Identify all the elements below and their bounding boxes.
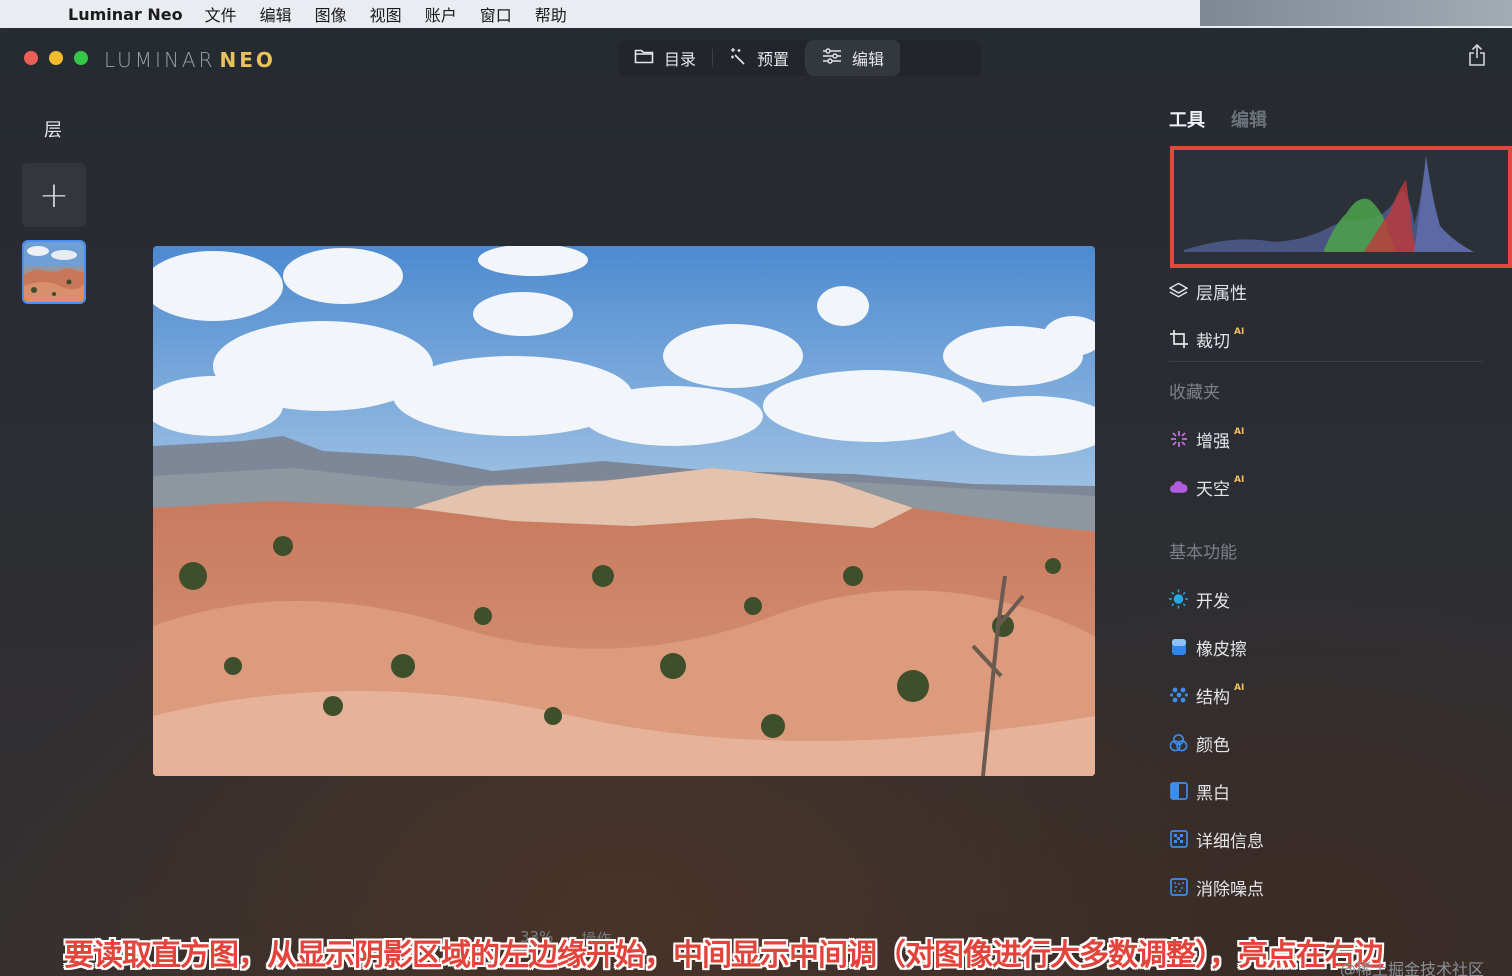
cloud-icon <box>1169 478 1188 497</box>
tool-label: 层属性 <box>1196 283 1247 304</box>
zoom-button[interactable] <box>74 51 88 65</box>
tool-label: 颜色 <box>1196 735 1230 756</box>
tool-layer-properties[interactable]: 层属性 <box>1169 279 1247 304</box>
layer-thumbnail-image <box>24 242 84 302</box>
logo-neo-text: NEO <box>219 48 276 72</box>
menu-file[interactable]: 文件 <box>205 2 237 26</box>
menu-bar: Luminar Neo 文件 编辑 图像 视图 账户 窗口 帮助 <box>0 0 1512 28</box>
panel-divider <box>1169 361 1483 362</box>
layers-icon <box>1169 282 1188 301</box>
menu-app-name[interactable]: Luminar Neo <box>68 5 183 24</box>
window-controls <box>24 51 88 65</box>
tool-label: 消除噪点 <box>1196 879 1264 900</box>
histogram <box>1170 146 1512 268</box>
watermark: @稀土掘金技术社区 <box>1339 960 1484 976</box>
add-layer-button[interactable]: + <box>22 163 86 227</box>
favorites-section-label: 收藏夹 <box>1169 383 1220 403</box>
tool-label: 详细信息 <box>1196 831 1264 852</box>
share-icon <box>1468 43 1486 70</box>
tool-label: 橡皮擦 <box>1196 639 1247 660</box>
magic-wand-icon <box>729 47 747 69</box>
crop-icon <box>1169 330 1188 349</box>
tab-presets[interactable]: 预置 <box>713 40 805 76</box>
details-grid-icon <box>1169 830 1188 849</box>
logo-luminar-text: LUMINAR <box>104 48 216 72</box>
tool-label: 黑白 <box>1196 783 1230 804</box>
tab-tools[interactable]: 工具 <box>1169 106 1205 132</box>
tool-crop[interactable]: 裁切 AI <box>1169 327 1245 352</box>
close-button[interactable] <box>24 51 38 65</box>
tool-eraser[interactable]: 橡皮擦 <box>1169 635 1247 660</box>
tool-enhance[interactable]: 增强 AI <box>1169 427 1245 452</box>
right-panel-tabs: 工具 编辑 <box>1169 106 1267 132</box>
tool-structure[interactable]: 结构 AI <box>1169 683 1245 708</box>
tool-color[interactable]: 颜色 <box>1169 731 1230 756</box>
tool-develop[interactable]: 开发 <box>1169 587 1230 612</box>
sun-icon <box>1169 589 1188 609</box>
main-photo-canvas[interactable] <box>153 246 1095 776</box>
menu-window[interactable]: 窗口 <box>480 2 512 26</box>
tab-edit-label: 编辑 <box>852 50 885 69</box>
menu-view[interactable]: 视图 <box>370 2 402 26</box>
histogram-graph <box>1184 156 1474 252</box>
ai-badge: AI <box>1234 327 1245 337</box>
tutorial-caption: 要读取直方图，从显示阴影区域的左边缘开始，中间显示中间调（对图像进行大多数调整）… <box>64 938 1384 973</box>
app-window: LUMINAR NEO 目录 预置 编辑 层 + 工具 编辑 层属性 裁切 AI… <box>0 28 1512 976</box>
tab-presets-label: 预置 <box>757 50 790 69</box>
tab-edit[interactable]: 编辑 <box>806 40 901 76</box>
layer-thumbnail[interactable] <box>22 240 86 304</box>
top-navigation: 目录 预置 编辑 <box>618 40 981 76</box>
denoise-icon <box>1169 878 1188 897</box>
basics-section-label: 基本功能 <box>1169 543 1237 563</box>
color-circles-icon <box>1169 734 1188 753</box>
menu-help[interactable]: 帮助 <box>535 2 567 26</box>
tool-sky[interactable]: 天空 AI <box>1169 475 1245 500</box>
share-button[interactable] <box>1468 43 1486 70</box>
tool-black-white[interactable]: 黑白 <box>1169 779 1230 804</box>
minimize-button[interactable] <box>49 51 63 65</box>
tab-catalog[interactable]: 目录 <box>618 40 712 76</box>
landscape-photo <box>153 246 1095 776</box>
menubar-right-area <box>1200 0 1512 26</box>
tool-label: 开发 <box>1196 591 1230 612</box>
tool-label: 增强 <box>1196 431 1230 452</box>
app-logo: LUMINAR NEO <box>104 48 276 72</box>
black-white-icon <box>1169 782 1188 801</box>
ai-badge: AI <box>1234 683 1245 693</box>
tool-details[interactable]: 详细信息 <box>1169 827 1264 852</box>
tool-label: 天空 <box>1196 479 1230 500</box>
ai-badge: AI <box>1234 475 1245 485</box>
menu-image[interactable]: 图像 <box>315 2 347 26</box>
plus-icon: + <box>38 174 70 216</box>
tab-edits[interactable]: 编辑 <box>1231 106 1267 132</box>
menu-account[interactable]: 账户 <box>425 2 457 26</box>
tool-label: 结构 <box>1196 687 1230 708</box>
layers-title: 层 <box>44 120 62 141</box>
enhance-sparkle-icon <box>1169 430 1188 449</box>
tool-denoise[interactable]: 消除噪点 <box>1169 875 1264 900</box>
ai-badge: AI <box>1234 427 1245 437</box>
structure-dots-icon <box>1169 686 1188 705</box>
folder-icon <box>634 48 654 68</box>
tool-label: 裁切 <box>1196 331 1230 352</box>
tab-catalog-label: 目录 <box>664 50 697 69</box>
menu-edit[interactable]: 编辑 <box>260 2 292 26</box>
sliders-icon <box>822 48 842 68</box>
eraser-icon <box>1169 638 1188 657</box>
